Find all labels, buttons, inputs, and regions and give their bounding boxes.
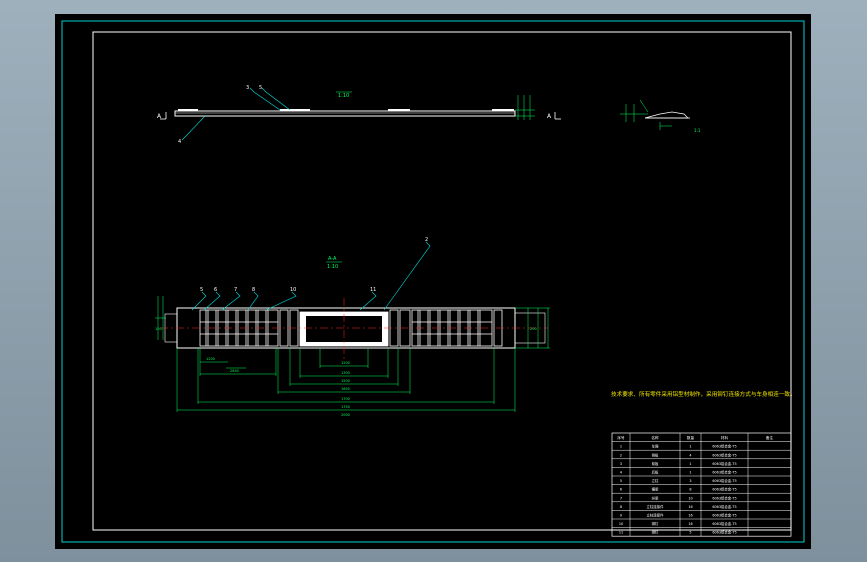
bom-cell: 1 xyxy=(620,445,622,449)
bom-cell: 纵梁 xyxy=(652,495,659,500)
bom-cell: 10 xyxy=(688,496,692,500)
dim-1500: 1500 xyxy=(341,379,350,383)
bom-header-cell: 名称 xyxy=(651,435,659,440)
bom-cell: 3 xyxy=(689,479,691,483)
bom-cell: 1 xyxy=(689,462,691,466)
technical-requirements-note: 技术要求、所有零件采用铝型材制作，采用铆钉连接方式与车身相连一致。 xyxy=(611,390,796,398)
callout-4: 4 xyxy=(178,139,181,145)
bom-cell: 16 xyxy=(688,514,692,518)
bom-cell: 6063铝合金-T5 xyxy=(712,521,736,526)
bom-cell: 侧板 xyxy=(652,452,659,457)
drawing-paper xyxy=(55,14,811,549)
bom-cell: 7 xyxy=(620,496,622,500)
bom-cell: 3 xyxy=(620,462,622,466)
bom-cell: 16 xyxy=(688,522,692,526)
bom-cell: 8 xyxy=(689,488,691,492)
section-title: A-A xyxy=(328,256,337,262)
top-view-flange-right xyxy=(492,109,514,111)
callout-5: 5 xyxy=(259,85,262,91)
dim-2000: 2000 xyxy=(341,413,350,417)
section-scale: 1:10 xyxy=(327,264,338,270)
bom-cell: 立柱连接件 xyxy=(647,504,665,509)
top-view-scale: 1:10 xyxy=(338,93,349,99)
bom-cell: 2 xyxy=(620,453,622,457)
top-view-flange-mid2 xyxy=(388,109,410,111)
dim-1700: 1700 xyxy=(341,397,350,401)
bom-cell: 11 xyxy=(619,531,623,535)
callout-section-5: 5 xyxy=(200,287,203,293)
detail-scale: 1:1 xyxy=(694,128,701,133)
callout-3: 3 xyxy=(246,85,249,91)
bom-cell: 后板 xyxy=(652,470,659,475)
callout-section-11: 11 xyxy=(370,287,376,293)
bom-cell: 8 xyxy=(620,505,622,509)
bom-cell: 6063铝合金-T5 xyxy=(712,452,736,457)
bom-cell: 6063铝合金-T5 xyxy=(712,461,736,466)
bom-cell: 6 xyxy=(620,488,622,492)
top-view-flange-mid1 xyxy=(280,109,310,111)
dim-1650: 1650 xyxy=(341,387,350,391)
bom-cell: 4 xyxy=(620,471,622,475)
bom-cell: 5 xyxy=(620,479,622,483)
bom-cell: 16 xyxy=(688,505,692,509)
top-view-flange-left xyxy=(178,109,198,111)
bom-cell: 10 xyxy=(619,522,623,526)
bom-cell: 6063铝合金-T5 xyxy=(712,513,736,518)
callout-section-6: 6 xyxy=(214,287,217,293)
bom-header-cell: 序号 xyxy=(617,435,625,440)
bom-header-cell: 备注 xyxy=(766,435,774,440)
dim-1300: 1300 xyxy=(341,371,350,375)
callout-section-8: 8 xyxy=(252,287,255,293)
dim-1200b: 1200 xyxy=(206,357,215,361)
bom-cell: 1 xyxy=(689,471,691,475)
bom-cell: 6063铝合金-T5 xyxy=(712,495,736,500)
bom-cell: 6063铝合金-T5 xyxy=(712,470,736,475)
bom-cell: 车厢 xyxy=(652,444,659,449)
dim-1200: 1200 xyxy=(341,361,350,365)
bom-header-cell: 材料 xyxy=(721,435,729,440)
callout-section-10: 10 xyxy=(290,287,296,293)
callout-section-2: 2 xyxy=(425,237,428,243)
bom-cell: 立柱连接件 xyxy=(647,513,665,518)
bom-cell: 4 xyxy=(689,453,691,457)
bom-cell: 6063铝合金-T5 xyxy=(712,504,736,509)
bom-cell: 6063铝合金-T5 xyxy=(712,444,736,449)
bom-cell: 横梁 xyxy=(652,487,659,492)
bom-cell: 前板 xyxy=(652,461,659,466)
bom-cell: 9 xyxy=(620,514,622,518)
callout-section-7: 7 xyxy=(234,287,237,293)
bom-header-cell: 数量 xyxy=(687,435,695,440)
bom-cell: 6063铝合金-T5 xyxy=(712,478,736,483)
bom-cell: 铆钉 xyxy=(652,521,659,526)
cad-drawing-canvas[interactable]: 3 5 4 A A 1:10 1:1 A-A 1:10 5 6 7 8 10 1… xyxy=(0,0,867,562)
bom-cell: 铆钉 xyxy=(652,530,659,535)
dim-100: 100 xyxy=(155,327,162,331)
dim-1750: 1750 xyxy=(341,405,350,409)
bom-cell: 6063铝合金-T5 xyxy=(712,530,736,535)
bom-cell: 5 xyxy=(689,531,691,535)
bom-cell: 1 xyxy=(689,445,691,449)
bom-cell: 立柱 xyxy=(652,478,659,483)
dim-2640: 2640 xyxy=(230,369,239,373)
dim-200: 200 xyxy=(530,327,537,331)
bom-cell: 6063铝合金-T5 xyxy=(712,487,736,492)
